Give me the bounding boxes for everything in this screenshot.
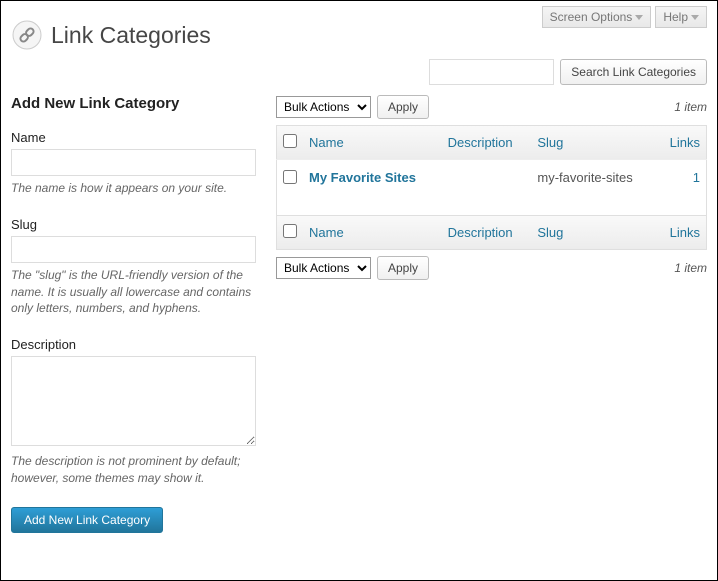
description-hint: The description is not prominent by defa… [11,453,256,487]
form-heading: Add New Link Category [11,95,256,112]
slug-input[interactable] [11,236,256,263]
col-links[interactable]: Links [657,126,707,160]
name-label: Name [11,130,256,145]
select-all-top[interactable] [283,134,297,148]
page-title: Link Categories [51,22,211,49]
slug-label: Slug [11,217,256,232]
chevron-down-icon [691,15,699,20]
row-slug: my-favorite-sites [531,160,656,216]
row-description [442,160,532,216]
bulk-actions-select-top[interactable]: Bulk Actions [276,96,371,118]
description-label: Description [11,337,256,352]
categories-table: Name Description Slug Links My Favorite … [276,125,707,250]
screen-options-button[interactable]: Screen Options [542,6,652,28]
col-links-foot[interactable]: Links [657,216,707,250]
help-label: Help [663,10,688,24]
item-count-top: 1 item [674,100,707,114]
help-button[interactable]: Help [655,6,707,28]
col-description[interactable]: Description [442,126,532,160]
add-category-button[interactable]: Add New Link Category [11,507,163,533]
screen-options-label: Screen Options [550,10,633,24]
col-name-foot[interactable]: Name [303,216,442,250]
table-row: My Favorite Sites my-favorite-sites 1 [277,160,707,216]
description-textarea[interactable] [11,356,256,446]
row-checkbox[interactable] [283,170,297,184]
select-all-bottom[interactable] [283,224,297,238]
name-input[interactable] [11,149,256,176]
col-slug[interactable]: Slug [531,126,656,160]
col-name[interactable]: Name [303,126,442,160]
apply-button-bottom[interactable]: Apply [377,256,429,280]
col-slug-foot[interactable]: Slug [531,216,656,250]
search-input[interactable] [429,59,554,85]
row-name-link[interactable]: My Favorite Sites [309,170,416,185]
apply-button-top[interactable]: Apply [377,95,429,119]
search-button[interactable]: Search Link Categories [560,59,707,85]
slug-hint: The "slug" is the URL-friendly version o… [11,267,256,317]
bulk-actions-select-bottom[interactable]: Bulk Actions [276,257,371,279]
item-count-bottom: 1 item [674,261,707,275]
name-hint: The name is how it appears on your site. [11,180,256,197]
chevron-down-icon [635,15,643,20]
link-icon [11,19,43,51]
row-links-link[interactable]: 1 [693,170,700,185]
col-description-foot[interactable]: Description [442,216,532,250]
